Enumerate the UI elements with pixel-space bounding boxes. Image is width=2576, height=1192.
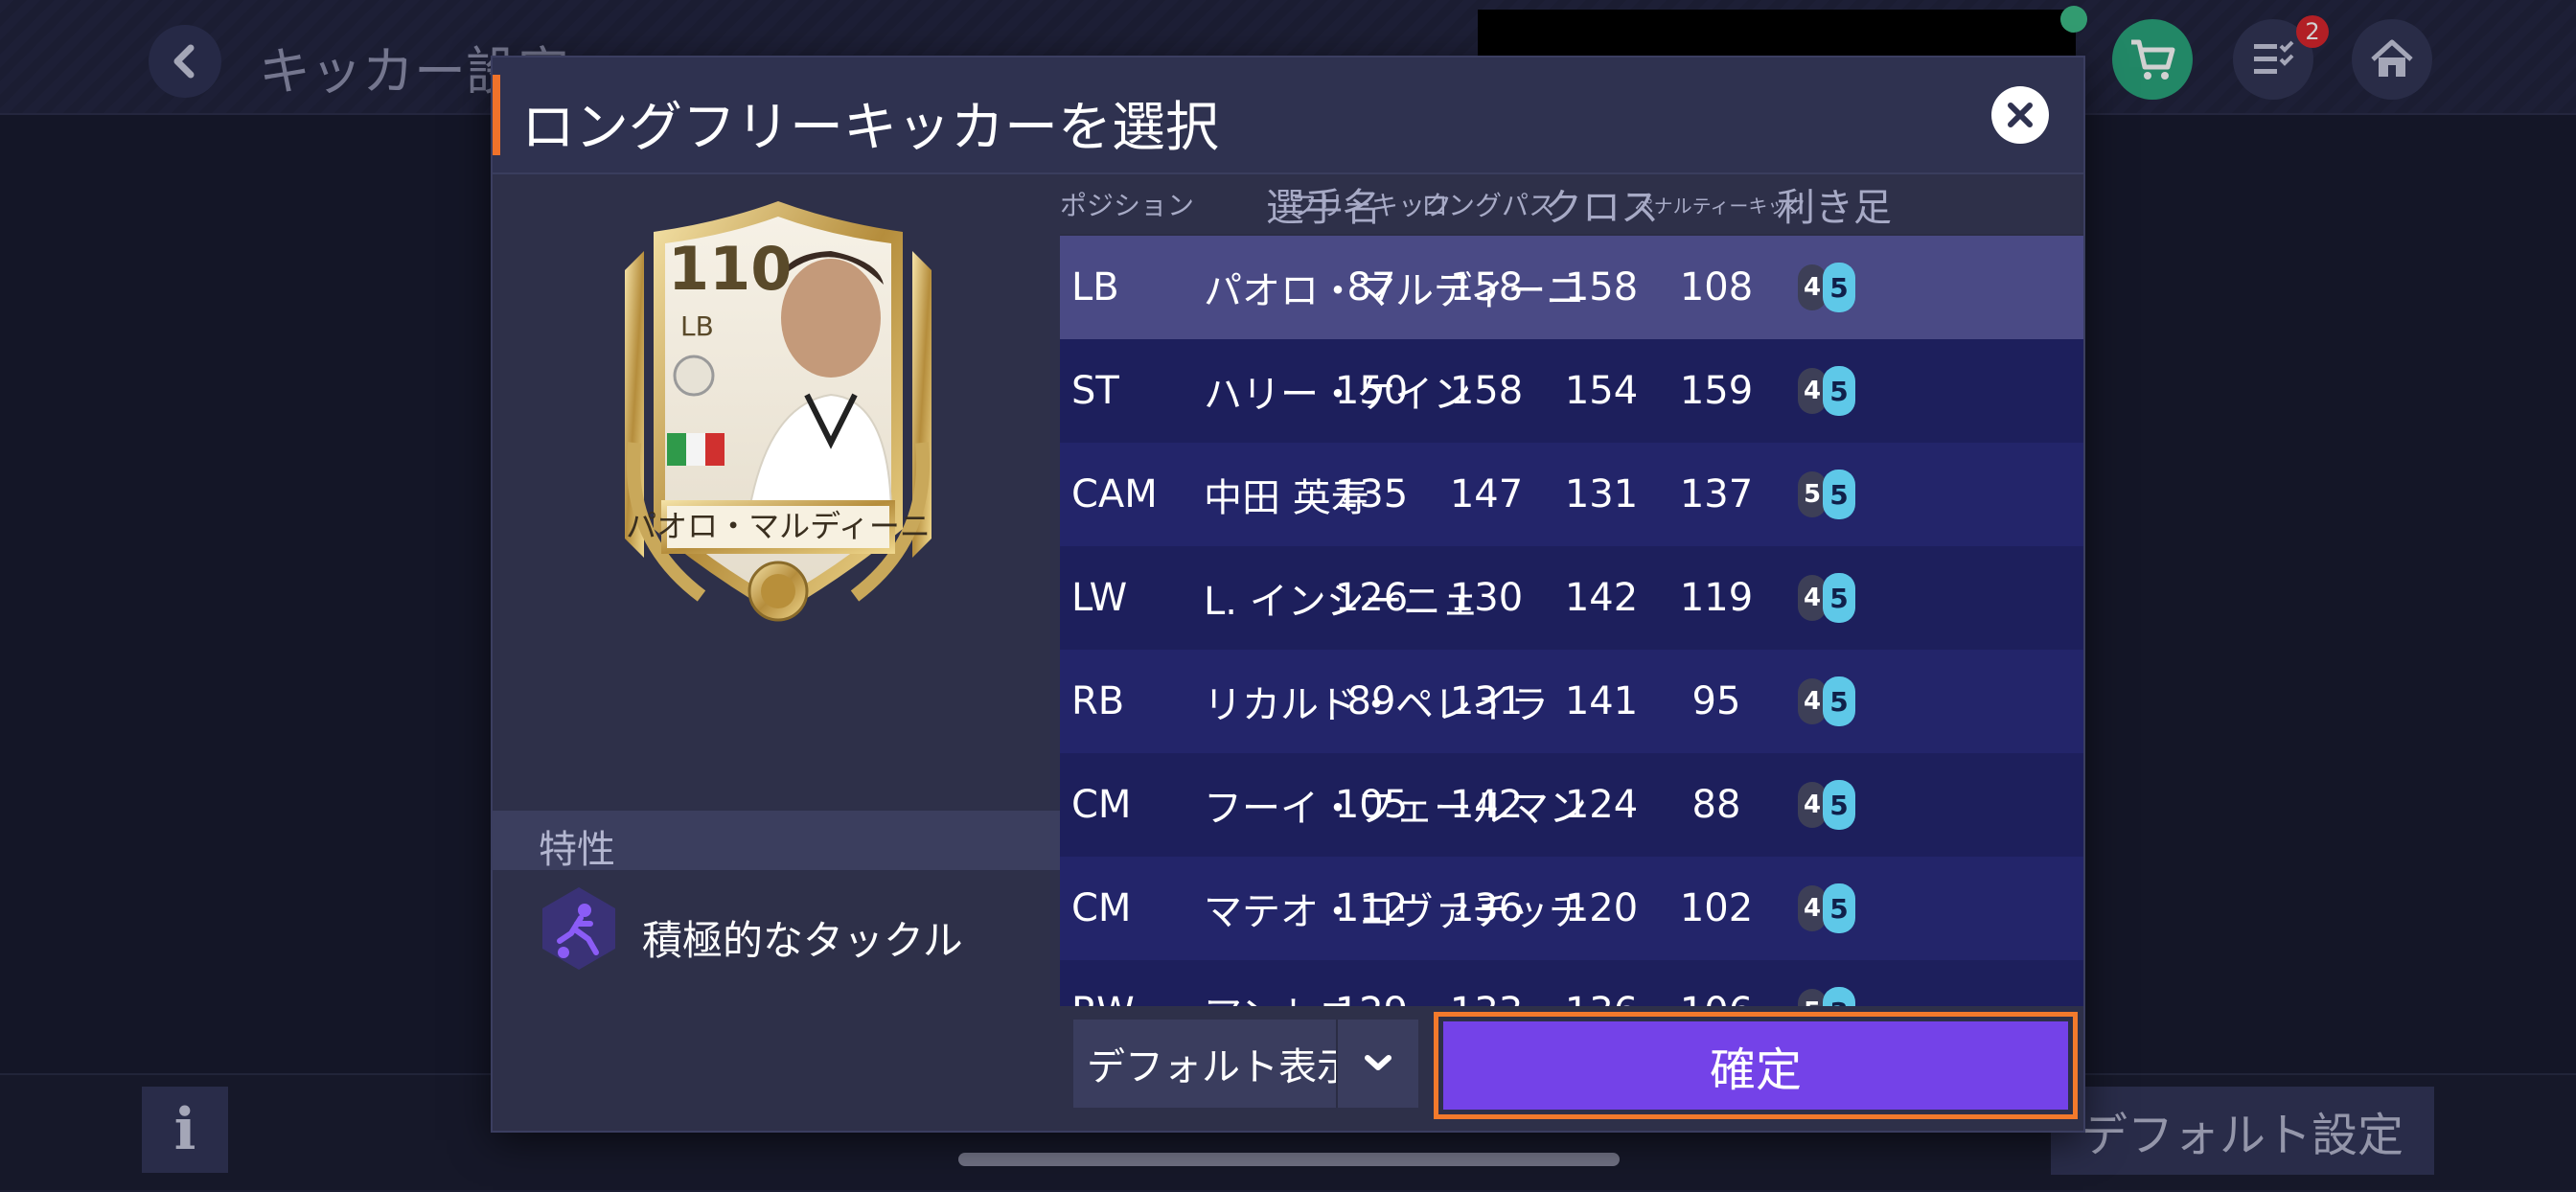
kicker-select-modal: ロングフリーキッカーを選択 110 LB パオロ・マルディーニ 特性 積極的なタ… (493, 57, 2083, 1131)
strong-foot-value: 5 (1823, 883, 1855, 933)
strong-foot-value: 5 (1823, 366, 1855, 416)
row-penalty: 95 (1691, 679, 1741, 723)
row-penalty: 108 (1679, 265, 1754, 309)
row-penalty: 102 (1679, 886, 1754, 930)
strong-foot-value: 5 (1823, 676, 1855, 726)
row-free-kick: 129 (1319, 960, 1424, 1006)
strong-foot-value: 5 (1823, 470, 1855, 519)
strong-foot-value: 5 (1823, 573, 1855, 623)
row-position: LB (1071, 265, 1119, 309)
close-icon (2008, 103, 2033, 127)
row-position: CM (1071, 886, 1132, 930)
card-player-name: パオロ・マルディーニ (626, 508, 931, 544)
row-penalty: 119 (1679, 576, 1754, 620)
row-free-kick: 105 (1334, 783, 1409, 827)
title-accent-bar (493, 75, 500, 155)
preferred-foot-icon: 4 5 (1798, 366, 1865, 416)
row-position: CM (1071, 783, 1132, 827)
trait-section-title: 特性 (539, 828, 615, 872)
row-penalty: 137 (1679, 472, 1754, 516)
preferred-foot-icon: 4 5 (1798, 883, 1865, 933)
row-position: RB (1071, 679, 1125, 723)
preferred-foot-icon: 4 5 (1798, 573, 1865, 623)
table-row[interactable]: RB リカルド・ペレイラ 89 131 141 95 4 5 (1060, 650, 2083, 753)
card-position: LB (680, 310, 714, 342)
row-free-kick: 126 (1334, 576, 1409, 620)
preferred-foot-icon: 4 5 (1798, 780, 1865, 830)
row-free-kick: 89 (1346, 679, 1396, 723)
table-row[interactable]: ST ハリー・ケイン 150 158 154 159 4 5 (1060, 339, 2083, 443)
row-cross: 120 (1564, 886, 1639, 930)
table-row[interactable]: RW アントニー 129 133 136 106 5 3 (1060, 960, 2083, 1006)
row-free-kick: 87 (1346, 265, 1396, 309)
modal-footer: デフォルト表示 確定 (1060, 1006, 2083, 1131)
tackle-trait-icon (542, 887, 615, 970)
column-header-preferred-foot[interactable]: 利き足 (1777, 174, 1892, 234)
row-long-pass: 133 (1434, 960, 1539, 1006)
table-header: ポジション 選手名 フリーキック ロングパス クロス ペナルティーキック 利き足 (1060, 174, 2083, 234)
row-cross: 136 (1549, 960, 1654, 1006)
row-cross: 141 (1564, 679, 1639, 723)
modal-header: ロングフリーキッカーを選択 (493, 57, 2083, 174)
row-penalty: 88 (1691, 783, 1741, 827)
table-row[interactable]: CM マテオ・コヴァチッチ 112 136 120 102 4 5 (1060, 857, 2083, 960)
sort-select-value: デフォルト表示 (1087, 1045, 1355, 1089)
table-row[interactable]: CM フーイ・フェールマン 105 142 124 88 4 5 (1060, 753, 2083, 857)
row-position: LW (1071, 576, 1128, 620)
row-cross: 158 (1564, 265, 1639, 309)
row-position: CAM (1071, 472, 1158, 516)
row-long-pass: 142 (1449, 783, 1524, 827)
chevron-down-icon (1365, 1055, 1392, 1070)
row-cross: 131 (1564, 472, 1639, 516)
close-button[interactable] (1991, 86, 2049, 144)
strong-foot-value: 3 (1823, 987, 1855, 1006)
sort-select[interactable]: デフォルト表示 (1073, 1020, 1380, 1108)
kicker-table: ポジション 選手名 フリーキック ロングパス クロス ペナルティーキック 利き足… (1060, 174, 2083, 1006)
row-long-pass: 158 (1449, 369, 1524, 413)
row-long-pass: 130 (1449, 576, 1524, 620)
column-header-position[interactable]: ポジション (1060, 174, 1194, 234)
sort-select-toggle[interactable] (1336, 1020, 1418, 1108)
player-card: 110 LB パオロ・マルディーニ (606, 194, 951, 653)
row-penalty: 159 (1679, 369, 1754, 413)
row-long-pass: 131 (1449, 679, 1524, 723)
column-header-penalty[interactable]: ペナルティーキック (1635, 174, 1806, 234)
preferred-foot-icon: 5 5 (1798, 470, 1865, 519)
row-long-pass: 158 (1449, 265, 1524, 309)
row-long-pass: 147 (1449, 472, 1524, 516)
column-header-long-pass[interactable]: ロングパス (1421, 174, 1555, 234)
column-header-free-kick[interactable]: フリーキック (1291, 174, 1452, 234)
strong-foot-value: 5 (1823, 780, 1855, 830)
preferred-foot-icon: 5 3 (1798, 987, 1865, 1006)
row-free-kick: 135 (1334, 472, 1409, 516)
player-detail-panel: 110 LB パオロ・マルディーニ 特性 積極的なタックル (493, 174, 1060, 1131)
preferred-foot-icon: 4 5 (1798, 263, 1865, 312)
trait-section-header: 特性 (493, 811, 1060, 872)
table-row[interactable]: CAM 中田 英寿 135 147 131 137 5 5 (1060, 443, 2083, 546)
row-cross: 124 (1564, 783, 1639, 827)
row-long-pass: 136 (1449, 886, 1524, 930)
row-cross: 142 (1564, 576, 1639, 620)
card-rating: 110 (668, 234, 792, 304)
row-position: ST (1071, 369, 1119, 413)
modal-title: ロングフリーキッカーを選択 (521, 97, 1219, 159)
row-position: RW (1071, 960, 1135, 1006)
table-row[interactable]: LB パオロ・マルディーニ 87 158 158 108 4 5 (1060, 236, 2083, 339)
confirm-button[interactable]: 確定 (1443, 1021, 2068, 1110)
trait-label: 積極的なタックル (642, 917, 963, 964)
strong-foot-value: 5 (1823, 263, 1855, 312)
row-cross: 154 (1564, 369, 1639, 413)
row-penalty: 106 (1664, 960, 1769, 1006)
row-free-kick: 150 (1334, 369, 1409, 413)
preferred-foot-icon: 4 5 (1798, 676, 1865, 726)
table-row[interactable]: LW L. インシーニェ 126 130 142 119 4 5 (1060, 546, 2083, 650)
player-card-graphic: 110 LB パオロ・マルディーニ (625, 201, 932, 622)
row-free-kick: 112 (1334, 886, 1409, 930)
